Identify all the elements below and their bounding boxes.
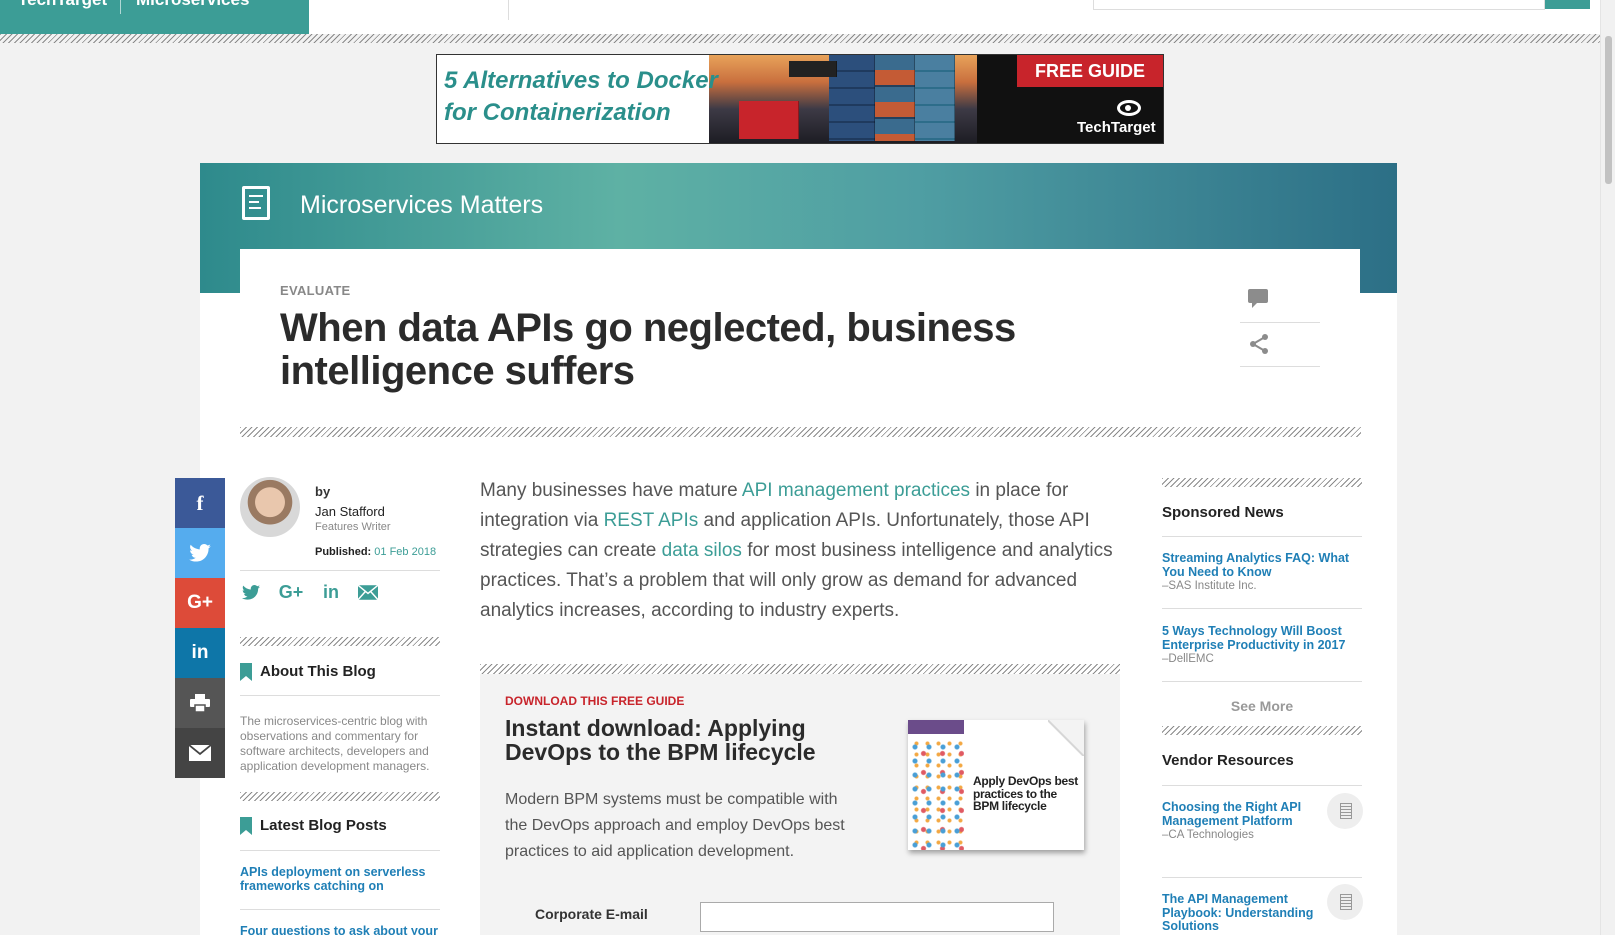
lede-text: Many businesses have mature <box>480 480 742 501</box>
author-social-links: G+ in <box>240 581 440 607</box>
latest-post-link[interactable]: Four questions to ask about your <box>240 924 440 935</box>
published-label: Published: <box>315 546 372 558</box>
linkedin-icon[interactable]: in <box>175 628 225 678</box>
print-icon[interactable] <box>175 678 225 728</box>
container-stack <box>915 55 955 141</box>
brand-separator <box>120 0 121 14</box>
cover-dot-graphic <box>908 740 964 850</box>
rail-rule <box>1162 877 1362 878</box>
sponsored-source: –SAS Institute Inc. <box>1162 580 1257 592</box>
author-google-plus-icon[interactable]: G+ <box>276 581 306 603</box>
author-by-label: by <box>315 484 331 499</box>
container-stack <box>875 55 915 141</box>
twitter-icon[interactable] <box>175 528 225 578</box>
email-field-label: Corporate E-mail <box>535 906 648 922</box>
vendor-resources-heading: Vendor Resources <box>1162 752 1294 769</box>
ad-headline[interactable]: 5 Alternatives to Docker for Containeriz… <box>444 65 724 129</box>
sponsored-news-link[interactable]: Streaming Analytics FAQ: What You Need t… <box>1162 551 1357 579</box>
blog-notepad-icon <box>242 186 270 220</box>
api-management-link[interactable]: API management practices <box>742 480 970 501</box>
about-blog-heading: About This Blog <box>260 663 376 680</box>
sponsored-news-heading: Sponsored News <box>1162 504 1284 521</box>
guide-kicker: DOWNLOAD THIS FREE GUIDE <box>505 694 685 708</box>
author-name[interactable]: Jan Stafford <box>315 504 385 519</box>
google-plus-icon[interactable]: G+ <box>175 578 225 628</box>
rail-divider <box>1162 478 1362 487</box>
comment-icon[interactable] <box>1248 289 1268 308</box>
sponsored-source: –DellEMC <box>1162 653 1214 665</box>
latest-divider <box>240 792 440 801</box>
author-linkedin-icon[interactable]: in <box>320 581 342 603</box>
vendor-resource-link[interactable]: The API Management Playbook: Understandi… <box>1162 892 1322 934</box>
rail-rule <box>1162 681 1362 682</box>
guide-title: Instant download: Applying DevOps to the… <box>505 715 816 765</box>
nav-divider <box>508 0 509 20</box>
vendor-source: –CA Technologies <box>1162 829 1254 841</box>
forklift-truck <box>739 101 799 139</box>
article-lede: Many businesses have mature API manageme… <box>480 476 1120 626</box>
scrollbar-thumb[interactable] <box>1605 36 1612 184</box>
section-name[interactable]: Microservices <box>136 0 249 10</box>
see-more-link[interactable]: See More <box>1162 698 1362 714</box>
article-title: When data APIs go neglected, business in… <box>280 306 1016 393</box>
published-date: Published: 01 Feb 2018 <box>315 546 436 558</box>
article-header-divider <box>240 427 1361 437</box>
article-kicker[interactable]: EVALUATE <box>280 283 351 298</box>
latest-post-rule <box>240 909 440 910</box>
ad-container-port-image <box>709 55 1009 143</box>
sponsored-news-link[interactable]: 5 Ways Technology Will Boost Enterprise … <box>1162 624 1362 652</box>
rail-rule <box>1162 608 1362 609</box>
about-rule <box>240 695 440 696</box>
search-input[interactable] <box>1093 0 1545 10</box>
guide-cover-image: Apply DevOps best practices to the BPM l… <box>908 720 1084 850</box>
guide-divider <box>480 664 1120 674</box>
rail-divider <box>1162 726 1362 735</box>
author-divider <box>240 570 440 571</box>
guide-cover-title: Apply DevOps best practices to the BPM l… <box>973 774 1078 813</box>
rest-apis-link[interactable]: REST APIs <box>604 510 699 531</box>
brand-logo-text[interactable]: TechTarget <box>18 0 107 10</box>
rail-rule <box>1162 785 1362 786</box>
page-curl <box>1048 720 1084 756</box>
ad-free-guide-button[interactable]: FREE GUIDE <box>1017 55 1163 87</box>
data-silos-link[interactable]: data silos <box>662 540 742 561</box>
author-twitter-icon[interactable] <box>240 581 262 603</box>
page-scrollbar[interactable] <box>1600 0 1615 935</box>
author-avatar[interactable] <box>240 477 300 537</box>
header-hatch-divider <box>0 34 1600 43</box>
latest-posts-heading: Latest Blog Posts <box>260 817 387 834</box>
ad-brand-label: TechTarget <box>1077 119 1156 136</box>
techtarget-eye-icon <box>1117 100 1141 116</box>
document-icon[interactable] <box>1327 884 1363 920</box>
latest-rule <box>240 850 440 851</box>
floating-share-bar: f G+ in <box>175 478 225 778</box>
article-header: EVALUATE When data APIs go neglected, bu… <box>240 249 1360 424</box>
top-navigation-bar: TechTarget Microservices <box>0 0 1615 34</box>
banner-ad[interactable]: 5 Alternatives to Docker for Containeriz… <box>436 54 1164 144</box>
search-button[interactable] <box>1545 0 1590 9</box>
email-field[interactable] <box>700 902 1054 932</box>
site-brand-block[interactable]: TechTarget Microservices <box>0 0 309 34</box>
facebook-icon[interactable]: f <box>175 478 225 528</box>
published-date-value: 01 Feb 2018 <box>374 546 437 558</box>
vendor-resource-link[interactable]: Choosing the Right API Management Platfo… <box>1162 800 1312 828</box>
document-icon[interactable] <box>1327 793 1363 829</box>
about-divider <box>240 637 440 646</box>
about-blog-text: The microservices-centric blog with obse… <box>240 714 430 773</box>
cover-strip <box>908 720 964 734</box>
email-icon[interactable] <box>175 728 225 778</box>
author-email-icon[interactable] <box>357 581 379 603</box>
guide-description: Modern BPM systems must be compatible wi… <box>505 791 845 860</box>
author-role: Features Writer <box>315 521 391 533</box>
share-icon[interactable] <box>1248 333 1270 355</box>
latest-post-link[interactable]: APIs deployment on serverless frameworks… <box>240 865 440 893</box>
blog-title[interactable]: Microservices Matters <box>300 191 543 220</box>
comment-tool[interactable] <box>1240 279 1320 323</box>
hoisted-container <box>789 61 837 77</box>
rail-rule <box>1162 536 1362 537</box>
free-guide-box: DOWNLOAD THIS FREE GUIDE Instant downloa… <box>480 674 1120 935</box>
article-tools <box>1240 279 1320 367</box>
